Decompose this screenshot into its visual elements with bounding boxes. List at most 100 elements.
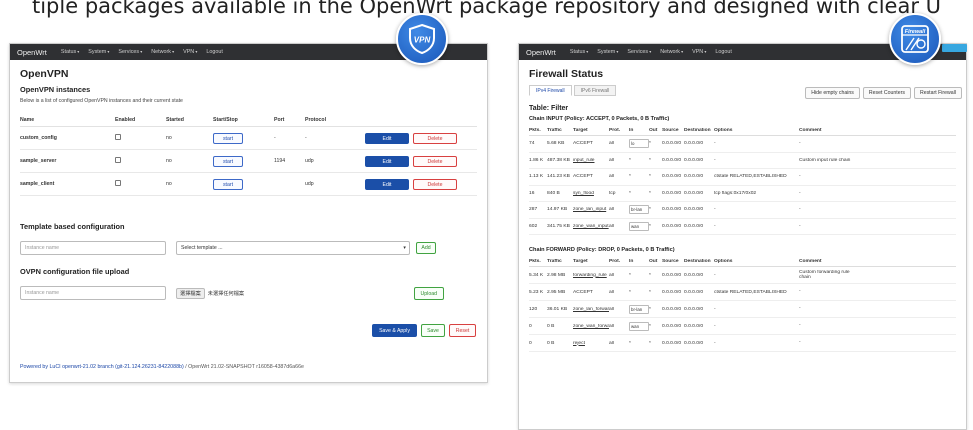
tab-ipv4[interactable]: IPv4 Firewall (529, 85, 572, 96)
enabled-checkbox[interactable] (115, 134, 121, 140)
col-protocol: Protocol (305, 117, 327, 123)
nav-services[interactable]: Services (118, 49, 142, 55)
target-cell[interactable]: input_rule (573, 158, 609, 163)
table-row: 0 0 B reject all * * 0.0.0.0/0 0.0.0.0/0 - - (529, 335, 956, 352)
source-cell: 0.0.0.0/0 (662, 223, 682, 229)
col-name: Name (20, 117, 35, 123)
pkts-cell: 120 (529, 306, 538, 312)
nav-system[interactable]: System (597, 49, 618, 55)
enabled-checkbox[interactable] (115, 157, 121, 163)
comment-cell: Custom forwarding rule chain (799, 269, 850, 281)
traffic-cell: 487.38 KB (547, 157, 570, 163)
table-row: 5.23 K 2.95 MB ACCEPT all * * 0.0.0.0/0 0.0.0.0… (529, 284, 956, 301)
nav-vpn[interactable]: VPN (692, 49, 706, 55)
traffic-cell: 5.68 KB (547, 141, 565, 147)
out-cell: * (649, 190, 651, 196)
template-instance-name-input[interactable]: Instance name (20, 241, 166, 255)
nav-vpn[interactable]: VPN (183, 49, 197, 55)
started-value: no (166, 135, 172, 141)
pkts-cell: 0 (529, 323, 532, 329)
col-source: Source (662, 258, 679, 264)
edit-button[interactable]: Edit (365, 132, 409, 144)
reset-counters-button[interactable]: Reset Counters (862, 87, 911, 99)
options-cell: - (714, 306, 716, 312)
delete-button[interactable]: Delete (413, 132, 457, 144)
firewall-actions: Hide empty chains Reset Counters Restart… (802, 87, 962, 99)
target-cell[interactable]: forwarding_rule (573, 273, 609, 278)
out-cell: * (649, 157, 651, 163)
openwrt-brand[interactable]: OpenWrt (17, 48, 47, 57)
save-button[interactable]: Save (421, 324, 445, 337)
nav-logout[interactable]: Logout (715, 49, 732, 55)
upload-button[interactable]: Upload (413, 286, 444, 300)
nav-logout[interactable]: Logout (206, 49, 223, 55)
traffic-cell: 36.01 KB (547, 306, 568, 312)
nav-network[interactable]: Network (151, 49, 174, 55)
in-cell: br-lan (629, 205, 649, 215)
target-cell: ACCEPT (573, 289, 593, 295)
col-target: Target (573, 127, 588, 133)
table-row: sample_server no start 1194 udp Edit Del… (20, 150, 477, 173)
col-port: Port (274, 117, 285, 123)
target-cell[interactable]: zone_lan_input (573, 207, 609, 212)
reset-button[interactable]: Reset (449, 324, 476, 337)
in-cell: wan (629, 321, 649, 331)
target-cell[interactable]: zone_lan_forward (573, 307, 609, 312)
prot-cell: all (609, 174, 614, 180)
col-started: Started (166, 117, 184, 123)
comment-cell: - (799, 174, 801, 179)
target-cell[interactable]: reject (573, 341, 609, 346)
table-row: 602 341.75 KB zone_wan_input all wan * 0.0.0.0… (529, 219, 956, 235)
target-cell[interactable]: syn_flood (573, 191, 609, 196)
pkts-cell: 74 (529, 141, 535, 147)
started-value: no (166, 181, 172, 187)
in-cell: br-lan (629, 304, 649, 314)
save-apply-button[interactable]: Save & Apply (372, 324, 417, 337)
destination-cell: 0.0.0.0/0 (684, 306, 704, 312)
start-button[interactable]: start (213, 132, 243, 144)
nav-system[interactable]: System (88, 49, 109, 55)
col-in: In (629, 127, 634, 133)
options-cell: - (714, 323, 716, 329)
target-cell[interactable]: zone_wan_input (573, 224, 609, 229)
out-cell: * (649, 207, 651, 213)
template-select[interactable]: Select template ... ▾ (176, 241, 410, 255)
nav-status[interactable]: Status (570, 49, 588, 55)
col-out: Out (649, 127, 658, 133)
no-file-text: 未選擇任何檔案 (207, 290, 245, 297)
tab-ipv6[interactable]: IPv6 Firewall (573, 85, 617, 96)
nav-status[interactable]: Status (61, 49, 79, 55)
table-row: 287 14.97 KB zone_lan_input all br-lan * 0.0.0… (529, 202, 956, 219)
in-cell: * (629, 190, 631, 196)
delete-button[interactable]: Delete (413, 178, 457, 190)
protocol-value: udp (305, 181, 314, 187)
delete-button[interactable]: Delete (413, 155, 457, 167)
port-value: - (274, 135, 276, 141)
upload-instance-name-input[interactable]: Instance name (20, 286, 166, 300)
target-cell[interactable]: zone_wan_forward (573, 324, 609, 329)
edit-button[interactable]: Edit (365, 178, 409, 190)
restart-firewall-button[interactable]: Restart Firewall (913, 87, 962, 99)
hide-empty-chains-button[interactable]: Hide empty chains (805, 87, 860, 99)
openwrt-brand[interactable]: OpenWrt (526, 48, 556, 57)
start-button[interactable]: start (213, 178, 243, 190)
destination-cell: 0.0.0.0/0 (684, 340, 704, 346)
col-enabled: Enabled (115, 117, 136, 123)
options-cell: ctstate RELATED,ESTABLISHED (714, 289, 787, 295)
nav-network[interactable]: Network (660, 49, 683, 55)
add-button[interactable]: Add (416, 242, 436, 254)
destination-cell: 0.0.0.0/0 (684, 174, 704, 180)
start-button[interactable]: start (213, 155, 243, 167)
target-cell: ACCEPT (573, 141, 593, 147)
pkts-cell: 0 (529, 340, 532, 346)
luci-link[interactable]: Powered by LuCI openwrt-21.02 branch (gi… (20, 364, 184, 370)
forward-chain-heading: Chain FORWARD (Policy: DROP, 0 Packets, … (529, 247, 675, 253)
input-chain-table: Pkts. Traffic Target Prot. In Out Source… (529, 125, 956, 235)
shield-icon: VPN (409, 23, 435, 55)
edit-button[interactable]: Edit (365, 155, 409, 167)
choose-file-button[interactable]: 選擇檔案 (176, 287, 205, 299)
col-traffic: Traffic (547, 127, 562, 133)
table-heading: Table: Filter (529, 105, 569, 112)
enabled-checkbox[interactable] (115, 180, 121, 186)
nav-services[interactable]: Services (627, 49, 651, 55)
